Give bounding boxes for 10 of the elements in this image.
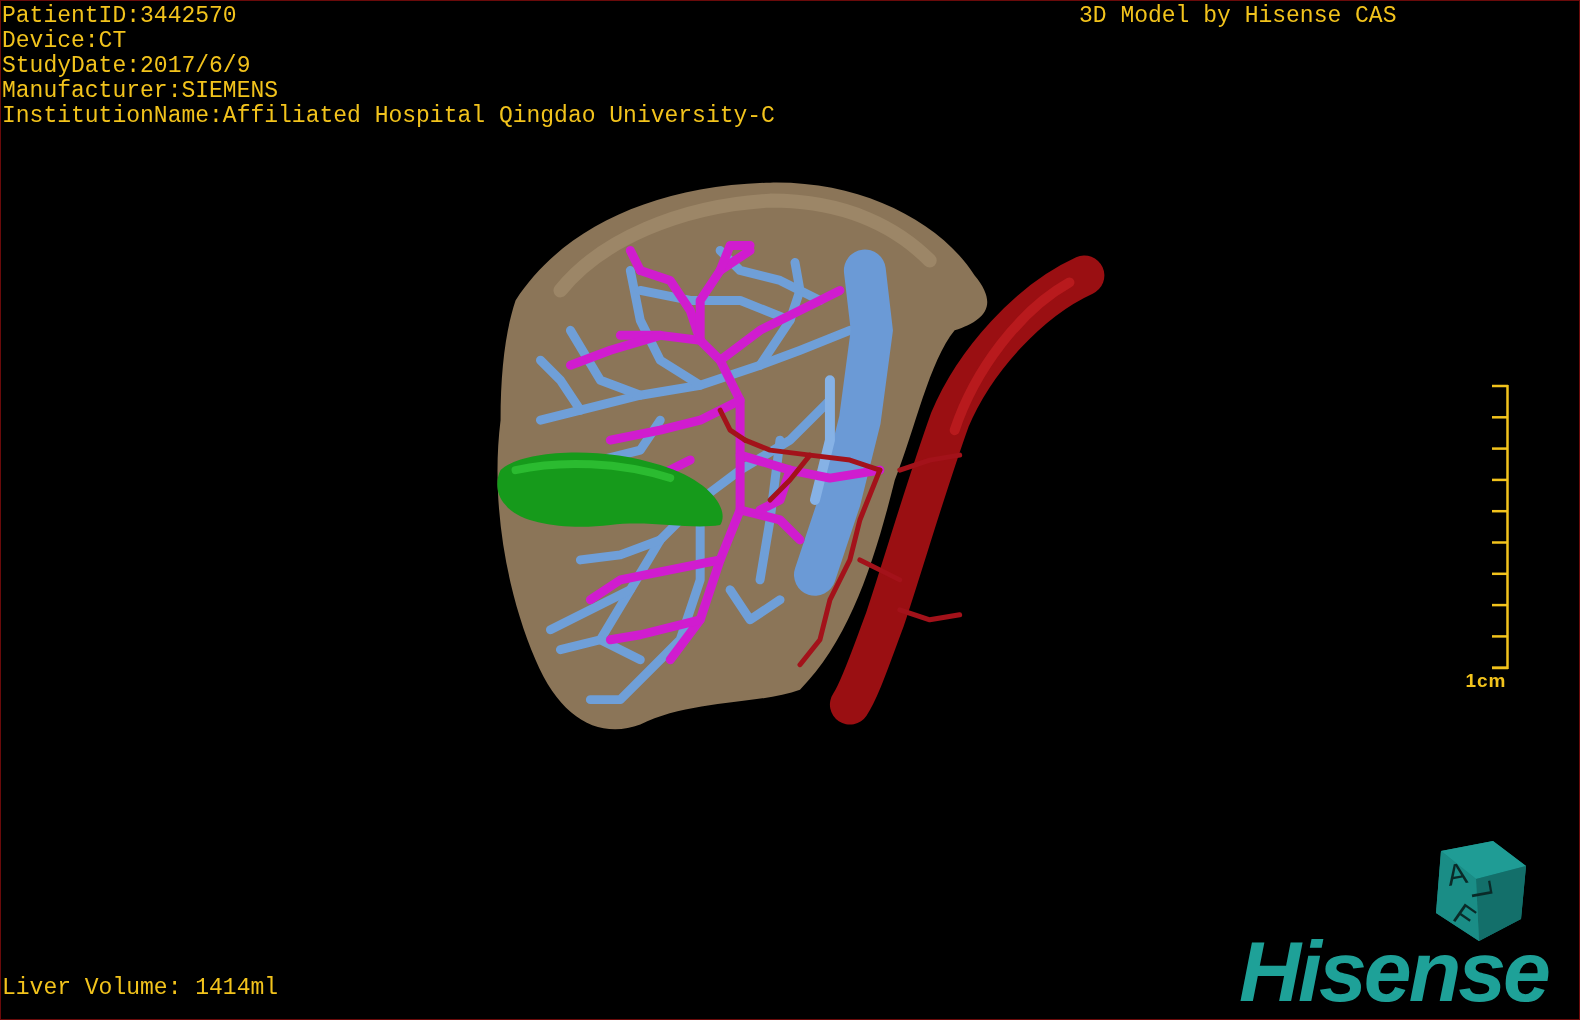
patient-info-text: InstitutionName:Affiliated Hospital Qingdao University-C (2, 104, 775, 129)
liver-volume-text: Liver Volume: 1414ml (2, 976, 279, 1001)
patient-info-text: Manufacturer:SIEMENS (2, 79, 280, 104)
orientation-cube[interactable]: A L F (1436, 841, 1526, 941)
patient-info-text: PatientID:3442570 (2, 4, 238, 29)
cube-face-label: A (1444, 855, 1470, 892)
scale-label: 1cm (1465, 670, 1507, 692)
patient-info-text: Device:CT (2, 29, 128, 54)
patient-info-text: StudyDate:2017/6/9 (2, 54, 252, 79)
model-caption: 3D Model by Hisense CAS (1079, 4, 1397, 29)
